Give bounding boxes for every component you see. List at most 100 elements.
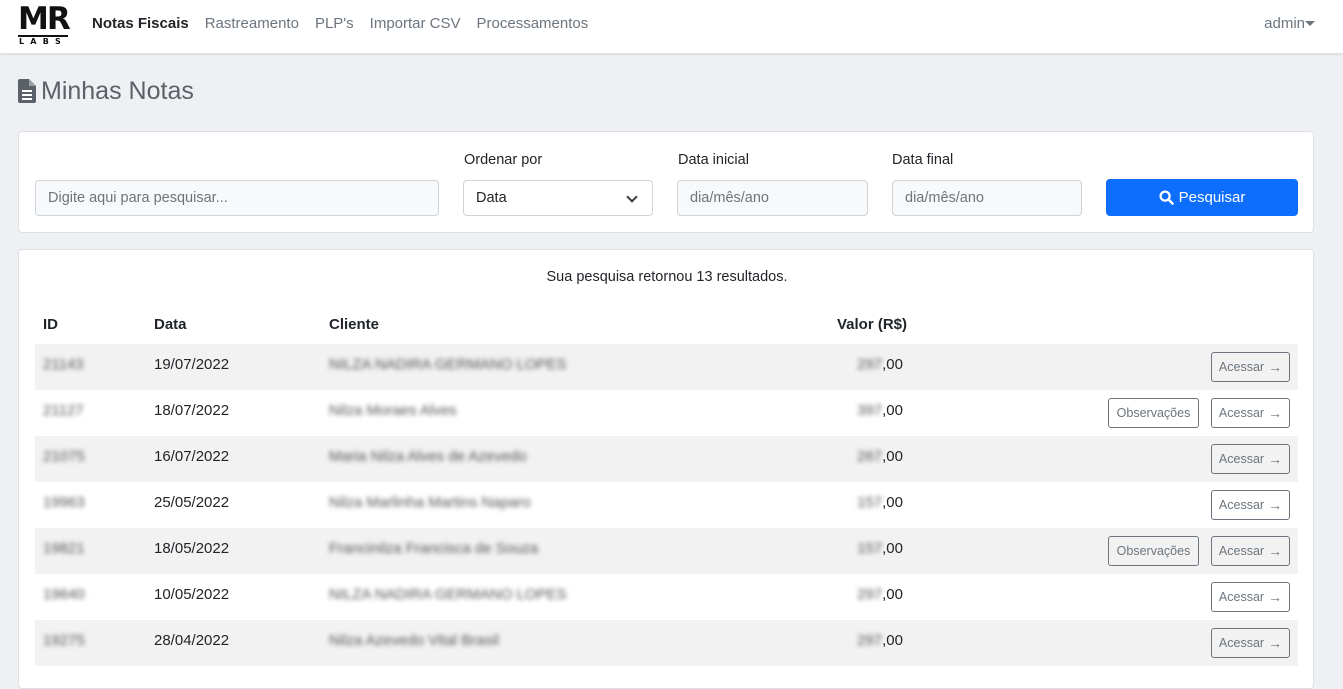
table-row: 21075 16/07/2022 Maria Nilza Alves de Azev…	[35, 436, 1298, 482]
arrow-right-icon: →	[1268, 451, 1283, 467]
row-value: 297,00	[857, 586, 903, 603]
row-date: 25/05/2022	[154, 494, 230, 511]
file-invoice-icon	[18, 79, 36, 103]
start-date-label: Data inicial	[678, 152, 749, 168]
row-client: Maria Nilza Alves de Azevedo	[329, 448, 527, 465]
nav-notas-fiscais[interactable]: Notas Fiscais	[92, 15, 189, 32]
row-value: 297,00	[857, 356, 903, 373]
acessar-button[interactable]: Acessar →	[1211, 398, 1290, 428]
row-value: 397,00	[857, 402, 903, 419]
row-value-integer: 297	[857, 632, 883, 649]
acessar-button[interactable]: Acessar →	[1211, 628, 1290, 658]
observacoes-button[interactable]: Observações	[1108, 536, 1199, 566]
row-value-decimal: ,00	[882, 586, 903, 603]
table-row: 19275 28/04/2022 Nilza Azevedo Vital Brasi…	[35, 620, 1298, 666]
nav-processamentos[interactable]: Processamentos	[477, 15, 589, 32]
search-icon	[1159, 190, 1174, 205]
row-value-integer: 397	[857, 402, 883, 419]
row-value-integer: 297	[857, 356, 883, 373]
order-by-select[interactable]: Data	[463, 180, 653, 216]
acessar-button-label: Acessar	[1218, 590, 1265, 604]
acessar-button-label: Acessar	[1218, 406, 1265, 420]
nav-rastreamento[interactable]: Rastreamento	[205, 15, 299, 32]
column-header-value: Valor (R$)	[837, 316, 908, 333]
row-value: 157,00	[857, 494, 903, 511]
acessar-button-label: Acessar	[1218, 452, 1265, 466]
user-menu[interactable]: admin	[1264, 15, 1305, 32]
row-id: 19275	[43, 632, 85, 649]
acessar-button[interactable]: Acessar →	[1211, 582, 1290, 612]
row-id: 21143	[43, 356, 84, 373]
acessar-button-label: Acessar	[1218, 498, 1265, 512]
logo-main-text: MR	[18, 1, 71, 37]
results-summary: Sua pesquisa retornou 13 resultados.	[546, 269, 788, 285]
arrow-right-icon: →	[1268, 497, 1283, 513]
row-value-integer: 157	[857, 494, 883, 511]
row-value-decimal: ,00	[882, 494, 903, 511]
row-value: 267,00	[857, 448, 903, 465]
row-id: 19640	[43, 586, 85, 603]
row-value-integer: 297	[857, 586, 883, 603]
search-button[interactable]: Pesquisar	[1106, 179, 1298, 216]
row-value-decimal: ,00	[882, 632, 903, 649]
brand-logo[interactable]: MR LABS	[18, 1, 71, 48]
end-date-input[interactable]: dia/mês/ano	[892, 180, 1082, 216]
acessar-button-label: Acessar	[1218, 360, 1265, 374]
observacoes-button-label: Observações	[1116, 544, 1191, 558]
page-title: Minhas Notas	[41, 76, 194, 105]
acessar-button[interactable]: Acessar →	[1211, 444, 1290, 474]
top-navbar: MR LABS Notas Fiscais Rastreamento PLP's…	[0, 0, 1343, 53]
row-value: 297,00	[857, 632, 903, 649]
arrow-right-icon: →	[1268, 359, 1283, 375]
row-date: 28/04/2022	[154, 632, 230, 649]
row-value-decimal: ,00	[882, 356, 903, 373]
chevron-down-icon	[626, 191, 638, 203]
logo-sub-text: LABS	[19, 37, 67, 46]
search-input[interactable]: Digite aqui para pesquisar...	[35, 180, 439, 216]
row-id: 21127	[43, 402, 84, 419]
table-row: 21143 19/07/2022 NILZA NADIRA GERMANO LOPE…	[35, 344, 1298, 390]
row-value: 157,00	[857, 540, 903, 557]
observacoes-button[interactable]: Observações	[1108, 398, 1199, 428]
row-client: Francinilza Francisca de Souza	[329, 540, 539, 557]
row-id: 19963	[43, 494, 85, 511]
row-value-decimal: ,00	[882, 448, 903, 465]
page-header: Minhas Notas	[18, 76, 194, 106]
row-value-decimal: ,00	[882, 402, 903, 419]
acessar-button-label: Acessar	[1218, 636, 1265, 650]
acessar-button[interactable]: Acessar →	[1211, 352, 1290, 382]
nav-plps[interactable]: PLP's	[315, 15, 354, 32]
row-client: NILZA NADIRA GERMANO LOPES	[329, 586, 567, 603]
row-value-integer: 157	[857, 540, 883, 557]
table-row: 19640 10/05/2022 NILZA NADIRA GERMANO LOPE…	[35, 574, 1298, 620]
acessar-button[interactable]: Acessar →	[1211, 490, 1290, 520]
row-date: 16/07/2022	[154, 448, 230, 465]
search-panel: Digite aqui para pesquisar... Ordenar po…	[18, 131, 1314, 233]
main-nav: Notas Fiscais Rastreamento PLP's Importa…	[92, 15, 604, 32]
row-date: 18/05/2022	[154, 540, 230, 557]
acessar-button[interactable]: Acessar →	[1211, 536, 1290, 566]
acessar-button-label: Acessar	[1218, 544, 1265, 558]
row-id: 21075	[43, 448, 85, 465]
start-date-input[interactable]: dia/mês/ano	[677, 180, 868, 216]
arrow-right-icon: →	[1268, 635, 1283, 651]
row-client: Nilza Marlinha Martins Naparo	[329, 494, 531, 511]
row-value-decimal: ,00	[882, 540, 903, 557]
arrow-right-icon: →	[1268, 405, 1283, 421]
arrow-right-icon: →	[1268, 589, 1283, 605]
arrow-right-icon: →	[1268, 543, 1283, 559]
chevron-down-icon[interactable]	[1305, 21, 1315, 26]
search-button-label: Pesquisar	[1178, 189, 1246, 206]
row-client: NILZA NADIRA GERMANO LOPES	[329, 356, 567, 373]
nav-importar-csv[interactable]: Importar CSV	[370, 15, 461, 32]
row-client: Nilza Azevedo Vital Brasil	[329, 632, 499, 649]
row-date: 19/07/2022	[154, 356, 230, 373]
column-header-id: ID	[43, 316, 58, 333]
column-header-client: Cliente	[329, 316, 380, 333]
table-row: 19963 25/05/2022 Nilza Marlinha Martins Na…	[35, 482, 1298, 528]
row-id: 19821	[43, 540, 85, 557]
table-row: 21127 18/07/2022 Nilza Moraes Alves 397,00 O…	[35, 390, 1298, 436]
observacoes-button-label: Observações	[1116, 406, 1191, 420]
row-value-integer: 267	[857, 448, 883, 465]
results-panel: Sua pesquisa retornou 13 resultados. ID …	[18, 249, 1314, 689]
